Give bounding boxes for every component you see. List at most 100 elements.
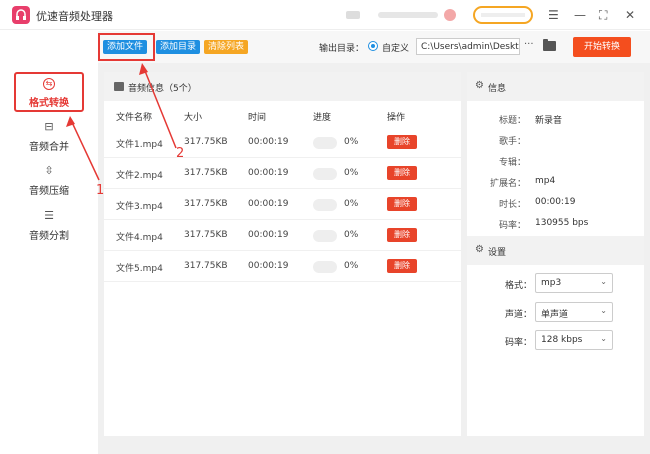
progress-text: 0% [344, 230, 359, 240]
gear-icon: ⚙ [475, 244, 484, 255]
table-row[interactable]: 文件2.mp4 317.75KB 00:00:19 0% 删除 [104, 158, 461, 189]
custom-radio[interactable] [368, 41, 378, 51]
column-header-progress: 进度 [313, 113, 332, 123]
menu-icon[interactable]: ☰ [548, 8, 559, 22]
table-row[interactable]: 文件5.mp4 317.75KB 00:00:19 0% 删除 [104, 251, 461, 282]
sidebar: ⇆ 格式转换 ⊟ 音频合并 ⇳ 音频压缩 ☰ 音频分割 [0, 31, 98, 454]
file-name: 文件1.mp4 [116, 140, 163, 150]
info-row: 扩展名： mp4 [467, 173, 644, 191]
merge-icon: ⊟ [44, 120, 54, 133]
sidebar-item-label: 音频分割 [29, 231, 69, 242]
file-size: 317.75KB [184, 261, 228, 271]
output-path-input[interactable]: C:\Users\admin\Deskto [416, 38, 520, 55]
account-pill[interactable] [473, 6, 533, 24]
bitrate-select[interactable]: 128 kbps ⌄ [535, 330, 613, 350]
file-size: 317.75KB [184, 168, 228, 178]
file-time: 00:00:19 [248, 168, 289, 178]
delete-button[interactable]: 删除 [387, 197, 417, 211]
details-panel: ⚙ 信息 标题： 新录音 歌手： 专辑： 扩展名： mp4 时长： 00:00:… [467, 72, 644, 436]
progress-text: 0% [344, 168, 359, 178]
add-folder-button[interactable]: 添加目录 [156, 40, 201, 54]
select-value: 单声道 [541, 310, 569, 320]
image-icon [114, 82, 124, 91]
sidebar-item-label: 格式转换 [29, 98, 69, 109]
folder-icon[interactable] [543, 39, 556, 51]
annotation-label-1: 1 [96, 183, 105, 198]
progress-text: 0% [344, 199, 359, 209]
setting-bitrate: 码率： 128 kbps ⌄ [467, 330, 644, 352]
column-header-name: 文件名称 [116, 113, 153, 123]
annotation-label-2: 2 [176, 146, 185, 161]
delete-button[interactable]: 删除 [387, 135, 417, 149]
file-time: 00:00:19 [248, 230, 289, 240]
info-key: 扩展名： [489, 179, 526, 189]
column-header-action: 操作 [387, 113, 406, 123]
file-list-header: 音频信息（5个） [104, 72, 461, 101]
table-row[interactable]: 文件1.mp4 317.75KB 00:00:19 0% 删除 [104, 127, 461, 158]
sidebar-item-label: 音频合并 [29, 142, 69, 153]
file-name: 文件4.mp4 [116, 233, 163, 243]
table-row[interactable]: 文件4.mp4 317.75KB 00:00:19 0% 删除 [104, 220, 461, 251]
custom-radio-label: 自定义 [382, 44, 410, 54]
sidebar-item-audio-split[interactable]: ☰ 音频分割 [14, 209, 84, 249]
delete-button[interactable]: 删除 [387, 166, 417, 180]
file-size: 317.75KB [184, 137, 228, 147]
add-file-button[interactable]: 添加文件 [103, 40, 148, 54]
setting-format: 格式： mp3 ⌄ [467, 273, 644, 295]
column-header-size: 大小 [184, 113, 203, 123]
browse-more-button[interactable]: ··· [524, 39, 534, 50]
chevron-down-icon: ⌄ [600, 334, 607, 343]
blurred-avatar [444, 9, 456, 21]
info-row: 专辑： [467, 152, 644, 170]
file-time: 00:00:19 [248, 137, 289, 147]
file-name: 文件2.mp4 [116, 171, 163, 181]
info-header: ⚙ 信息 [467, 72, 644, 101]
convert-icon: ⇆ [43, 78, 55, 90]
table-row[interactable]: 文件3.mp4 317.75KB 00:00:19 0% 删除 [104, 189, 461, 220]
gear-icon: ⚙ [475, 80, 484, 91]
format-select[interactable]: mp3 ⌄ [535, 273, 613, 293]
info-key: 时长： [498, 200, 526, 210]
file-size: 317.75KB [184, 230, 228, 240]
channel-select[interactable]: 单声道 ⌄ [535, 302, 613, 322]
delete-button[interactable]: 删除 [387, 228, 417, 242]
maximize-icon[interactable]: ⛶ [599, 8, 607, 22]
blurred-icon [346, 11, 360, 19]
setting-channel: 声道： 单声道 ⌄ [467, 302, 644, 324]
progress-text: 0% [344, 261, 359, 271]
sidebar-item-audio-compress[interactable]: ⇳ 音频压缩 [14, 164, 84, 204]
sidebar-item-format-convert[interactable]: ⇆ 格式转换 [14, 72, 84, 112]
progress-bar [313, 137, 337, 149]
progress-text: 0% [344, 137, 359, 147]
info-value: 130955 bps [535, 218, 589, 228]
file-size: 317.75KB [184, 199, 228, 209]
start-convert-button[interactable]: 开始转换 [573, 37, 631, 57]
setting-label: 声道： [504, 310, 532, 320]
info-key: 码率： [498, 221, 526, 231]
select-value: mp3 [541, 278, 562, 288]
clear-list-button[interactable]: 清除列表 [204, 40, 249, 54]
sidebar-item-label: 音频压缩 [29, 186, 69, 197]
column-header-time: 时间 [248, 113, 267, 123]
progress-bar [313, 230, 337, 242]
app-logo-icon [12, 6, 30, 24]
info-row: 歌手： [467, 131, 644, 149]
info-key: 歌手： [498, 137, 526, 147]
title-bar: 优速音频处理器 ☰ — ⛶ ✕ [0, 0, 650, 30]
file-time: 00:00:19 [248, 261, 289, 271]
app-title: 优速音频处理器 [36, 10, 113, 23]
sidebar-item-audio-merge[interactable]: ⊟ 音频合并 [14, 120, 84, 160]
chevron-down-icon: ⌄ [600, 306, 607, 315]
split-icon: ☰ [44, 209, 54, 222]
close-icon[interactable]: ✕ [625, 8, 635, 22]
info-row: 标题： 新录音 [467, 110, 644, 128]
toolbar: 添加文件 添加目录 清除列表 输出目录： 自定义 C:\Users\admin\… [98, 31, 650, 63]
progress-bar [313, 261, 337, 273]
info-row: 时长： 00:00:19 [467, 194, 644, 212]
settings-title: 设置 [488, 248, 507, 258]
settings-header: ⚙ 设置 [467, 236, 644, 265]
file-list-title: 音频信息（5个） [128, 84, 197, 94]
progress-bar [313, 168, 337, 180]
delete-button[interactable]: 删除 [387, 259, 417, 273]
minimize-icon[interactable]: — [574, 8, 586, 22]
